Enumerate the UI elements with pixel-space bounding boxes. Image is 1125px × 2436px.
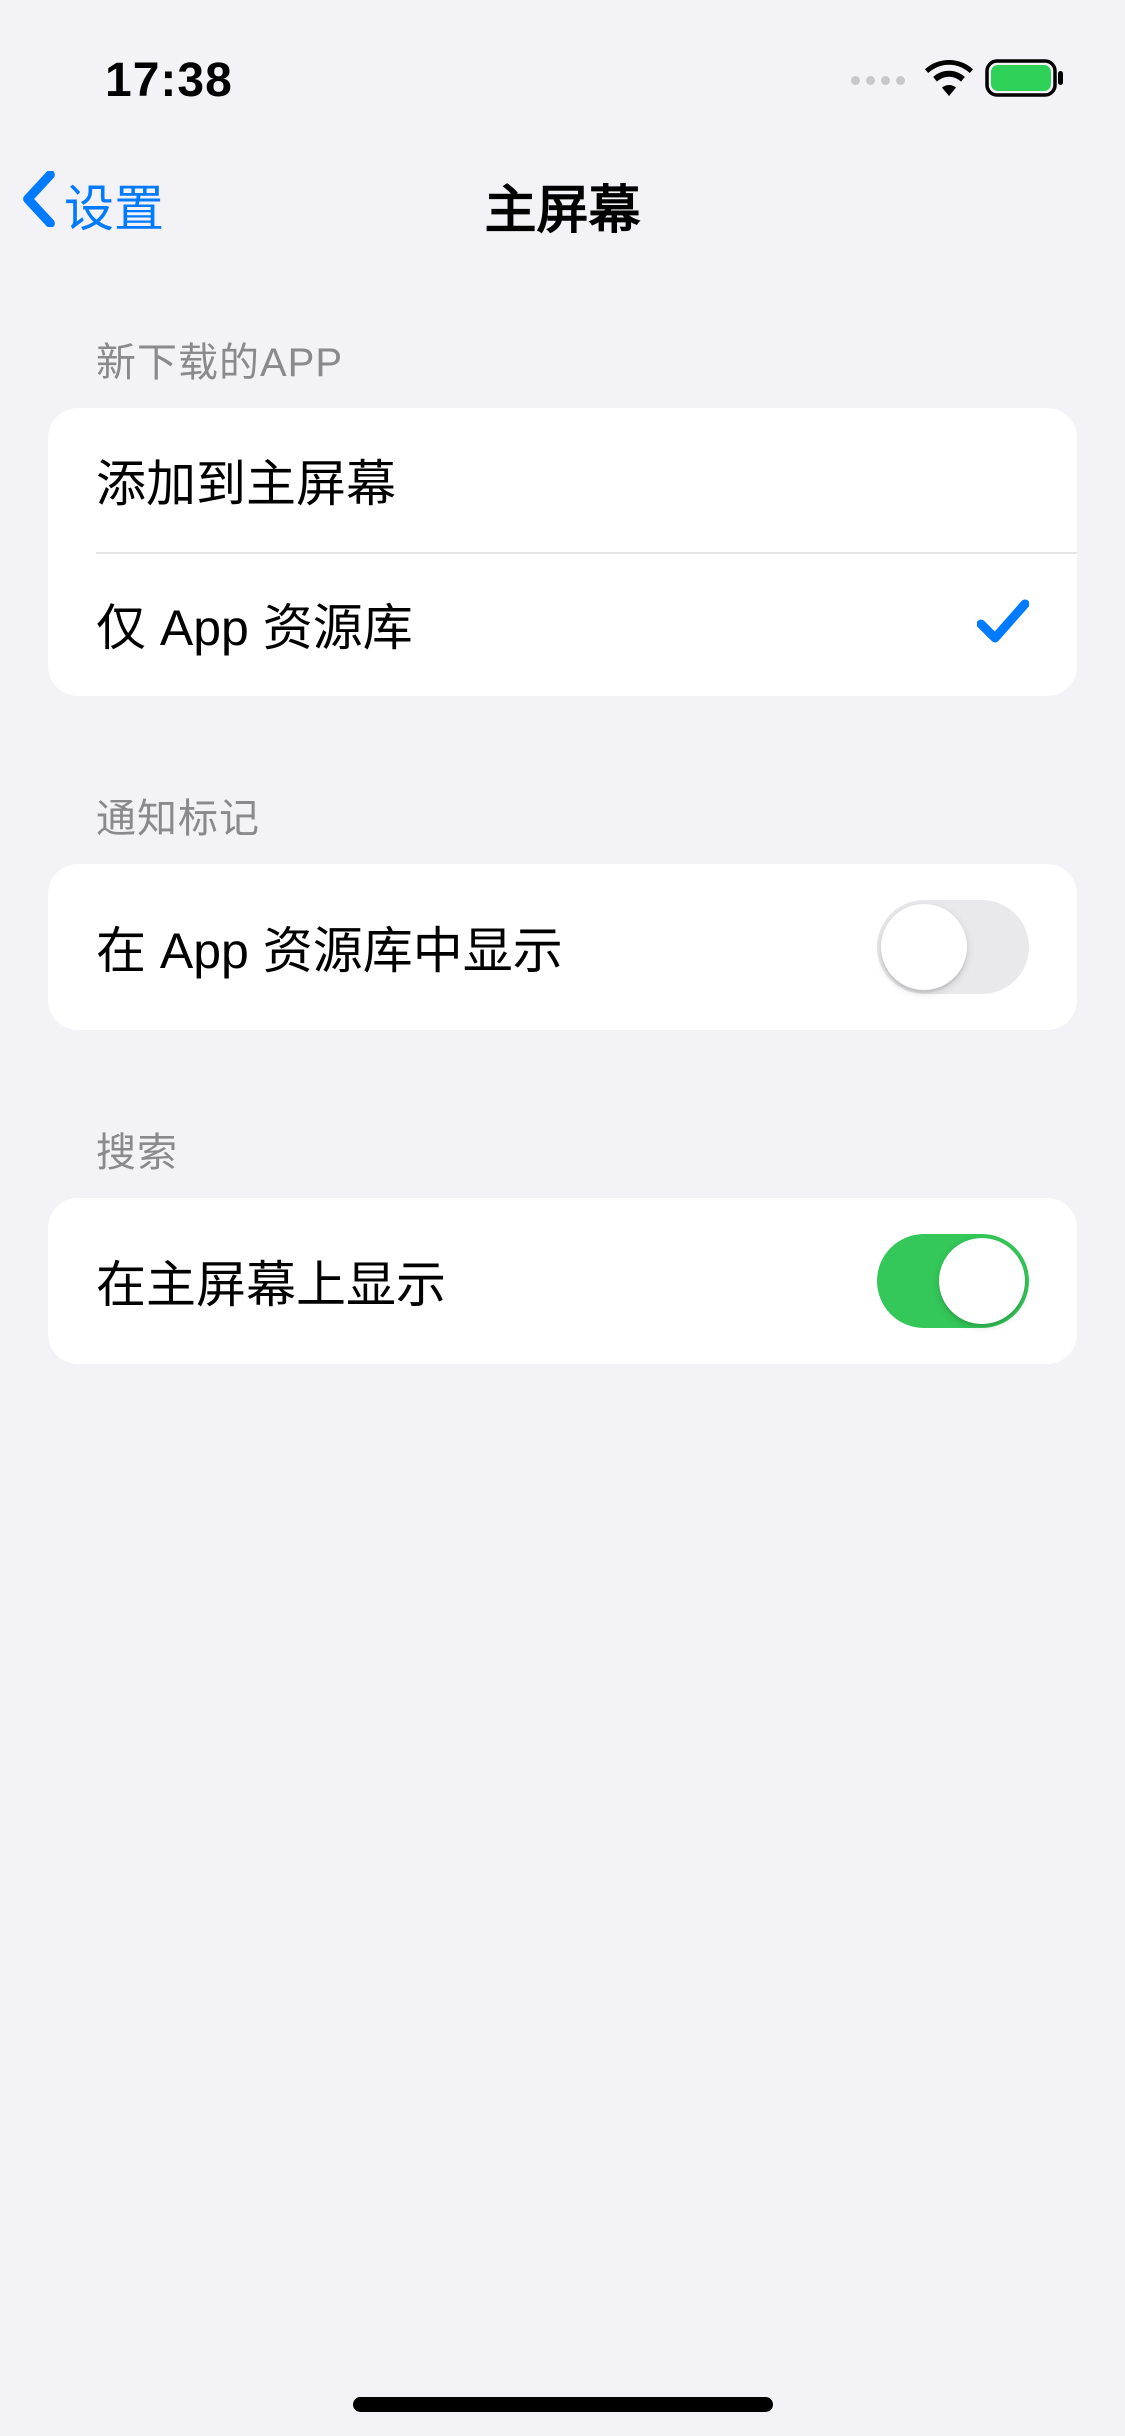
- cellular-dots-icon: [851, 76, 905, 85]
- group-badges: 在 App 资源库中显示: [48, 864, 1077, 1030]
- section-new-apps: 新下载的APP 添加到主屏幕 仅 App 资源库: [48, 330, 1077, 696]
- home-indicator[interactable]: [353, 2397, 773, 2412]
- switch-knob: [939, 1238, 1025, 1324]
- section-search: 搜索 在主屏幕上显示: [48, 1120, 1077, 1364]
- toggle-show-on-home[interactable]: [877, 1234, 1029, 1328]
- section-header-new-apps: 新下载的APP: [48, 330, 1077, 408]
- chevron-left-icon: [20, 171, 58, 239]
- wifi-icon: [925, 60, 973, 101]
- status-bar: 17:38: [0, 0, 1125, 140]
- status-right: [851, 59, 1065, 102]
- toggle-show-in-library[interactable]: [877, 900, 1029, 994]
- section-header-badges: 通知标记: [48, 786, 1077, 864]
- group-search: 在主屏幕上显示: [48, 1198, 1077, 1364]
- checkmark-icon: [977, 598, 1029, 651]
- page-title: 主屏幕: [484, 168, 640, 243]
- status-time: 17:38: [60, 53, 233, 108]
- group-new-apps: 添加到主屏幕 仅 App 资源库: [48, 408, 1077, 696]
- row-show-in-library: 在 App 资源库中显示: [48, 864, 1077, 1030]
- row-label: 在主屏幕上显示: [96, 1245, 446, 1317]
- nav-bar: 设置 主屏幕: [0, 140, 1125, 270]
- content: 新下载的APP 添加到主屏幕 仅 App 资源库 通知标记 在 App 资源库中…: [0, 330, 1125, 1364]
- battery-icon: [985, 59, 1065, 102]
- section-badges: 通知标记 在 App 资源库中显示: [48, 786, 1077, 1030]
- section-header-search: 搜索: [48, 1120, 1077, 1198]
- option-add-to-home[interactable]: 添加到主屏幕: [48, 408, 1077, 552]
- back-label: 设置: [64, 169, 164, 241]
- switch-knob: [881, 904, 967, 990]
- option-label: 添加到主屏幕: [96, 444, 396, 516]
- option-app-library-only[interactable]: 仅 App 资源库: [48, 552, 1077, 696]
- option-label: 仅 App 资源库: [96, 588, 413, 660]
- row-show-on-home: 在主屏幕上显示: [48, 1198, 1077, 1364]
- row-label: 在 App 资源库中显示: [96, 911, 563, 983]
- back-button[interactable]: 设置: [0, 169, 164, 241]
